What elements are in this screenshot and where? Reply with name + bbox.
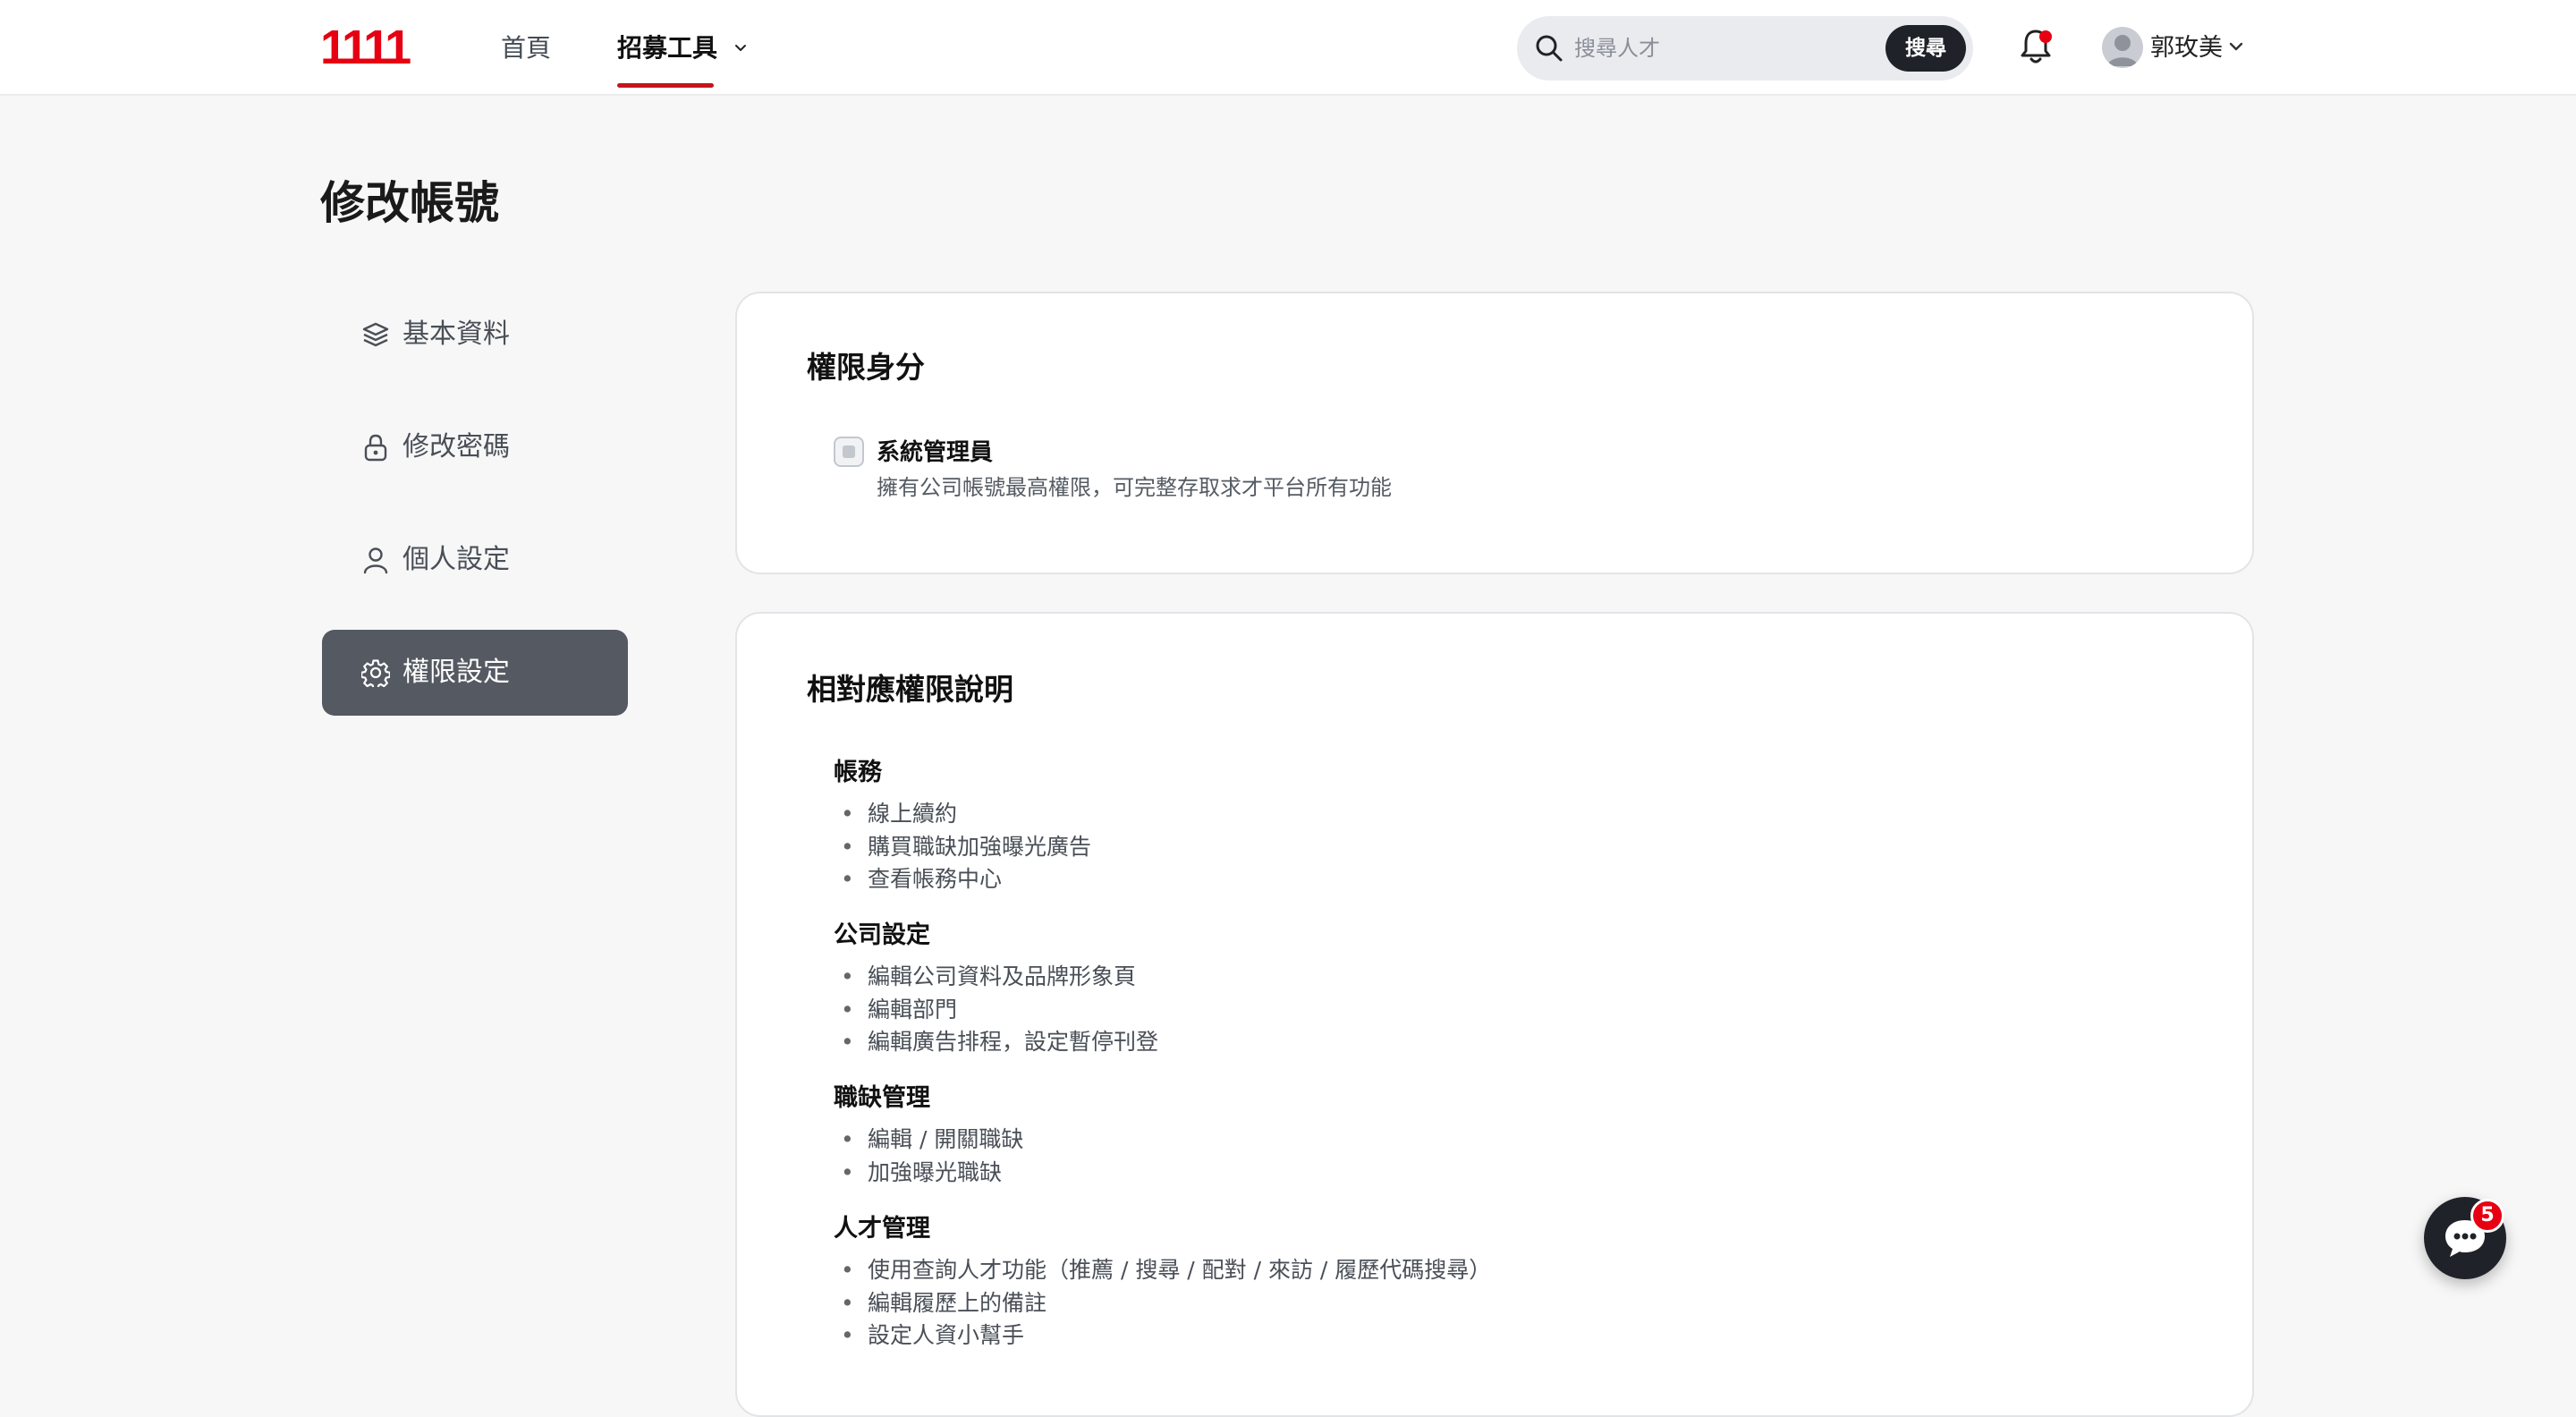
- search-icon: [1536, 35, 1563, 62]
- role-card-title: 權限身分: [807, 350, 925, 385]
- system-admin-checkbox[interactable]: [834, 437, 864, 467]
- search-input[interactable]: [1574, 29, 1843, 68]
- sidebar-item-label: 個人設定: [402, 544, 510, 575]
- perm-group-talent-management: 人才管理 使用查詢人才功能（推薦 / 搜尋 / 配對 / 來訪 / 履歷代碼搜尋…: [834, 1211, 1491, 1353]
- brand-logo[interactable]: 1111: [320, 23, 411, 72]
- sidebar-item-label: 基本資料: [402, 318, 510, 350]
- perm-item: 購買職缺加強曝光廣告: [834, 831, 1091, 864]
- avatar[interactable]: [2102, 27, 2143, 68]
- perm-item: 使用查詢人才功能（推薦 / 搜尋 / 配對 / 來訪 / 履歷代碼搜尋）: [834, 1254, 1491, 1287]
- search-button[interactable]: 搜尋: [1885, 25, 1966, 72]
- chevron-down-icon: [734, 45, 746, 51]
- user-menu-chevron-icon[interactable]: [2227, 38, 2245, 55]
- perm-group-heading: 帳務: [834, 759, 882, 786]
- perm-group-heading: 職缺管理: [834, 1084, 930, 1112]
- perm-item: 編輯 / 開關職缺: [834, 1124, 1023, 1157]
- permissions-card-title: 相對應權限說明: [807, 672, 1013, 707]
- gear-icon: [361, 659, 390, 687]
- perm-item: 線上續約: [834, 798, 1091, 831]
- sidebar-item-basic-info[interactable]: 基本資料: [322, 292, 628, 378]
- permissions-card: 相對應權限說明 帳務 線上續約 購買職缺加強曝光廣告 查看帳務中心 公司設定 編…: [735, 612, 2254, 1417]
- top-header: 1111 首頁 招募工具 搜尋 郭玫美: [0, 0, 2576, 96]
- system-admin-label[interactable]: 系統管理員: [877, 437, 993, 469]
- user-name[interactable]: 郭玫美: [2150, 30, 2223, 66]
- lock-icon: [364, 434, 387, 462]
- talent-search-bar: 搜尋: [1517, 16, 1973, 81]
- notification-dot: [2039, 30, 2052, 43]
- user-avatar-icon: [2107, 35, 2138, 66]
- sidebar-item-change-password[interactable]: 修改密碼: [322, 404, 628, 490]
- perm-group-heading: 公司設定: [834, 921, 930, 949]
- page-title: 修改帳號: [320, 177, 499, 229]
- perm-group-billing: 帳務 線上續約 購買職缺加強曝光廣告 查看帳務中心: [834, 755, 1091, 896]
- sidebar-item-label: 權限設定: [402, 657, 510, 688]
- system-admin-description: 擁有公司帳號最高權限，可完整存取求才平台所有功能: [877, 475, 1392, 500]
- perm-group-company-settings: 公司設定 編輯公司資料及品牌形象頁 編輯部門 編輯廣告排程，設定暫停刊登: [834, 918, 1158, 1059]
- active-nav-indicator: [617, 83, 714, 88]
- perm-item: 設定人資小幫手: [834, 1319, 1491, 1353]
- perm-item: 加強曝光職缺: [834, 1157, 1023, 1190]
- perm-item: 查看帳務中心: [834, 863, 1091, 896]
- perm-group-job-management: 職缺管理 編輯 / 開關職缺 加強曝光職缺: [834, 1081, 1023, 1189]
- perm-item: 編輯履歷上的備註: [834, 1287, 1491, 1320]
- nav-home[interactable]: 首頁: [501, 30, 551, 66]
- sidebar-item-personal-settings[interactable]: 個人設定: [322, 517, 628, 603]
- nav-home-label: 首頁: [501, 33, 552, 63]
- role-card: 權限身分 系統管理員 擁有公司帳號最高權限，可完整存取求才平台所有功能: [735, 292, 2254, 574]
- nav-recruit-tools-label: 招募工具: [617, 33, 718, 63]
- chat-unread-badge: 5: [2470, 1199, 2504, 1233]
- perm-item: 編輯公司資料及品牌形象頁: [834, 961, 1158, 994]
- sidebar-item-permission-settings[interactable]: 權限設定: [322, 630, 628, 716]
- perm-item: 編輯部門: [834, 994, 1158, 1027]
- user-icon: [363, 547, 388, 574]
- perm-group-heading: 人才管理: [834, 1215, 930, 1243]
- layers-icon: [362, 322, 389, 347]
- sidebar-item-label: 修改密碼: [402, 431, 510, 462]
- perm-item: 編輯廣告排程，設定暫停刊登: [834, 1026, 1158, 1059]
- nav-recruit-tools[interactable]: 招募工具: [617, 30, 748, 66]
